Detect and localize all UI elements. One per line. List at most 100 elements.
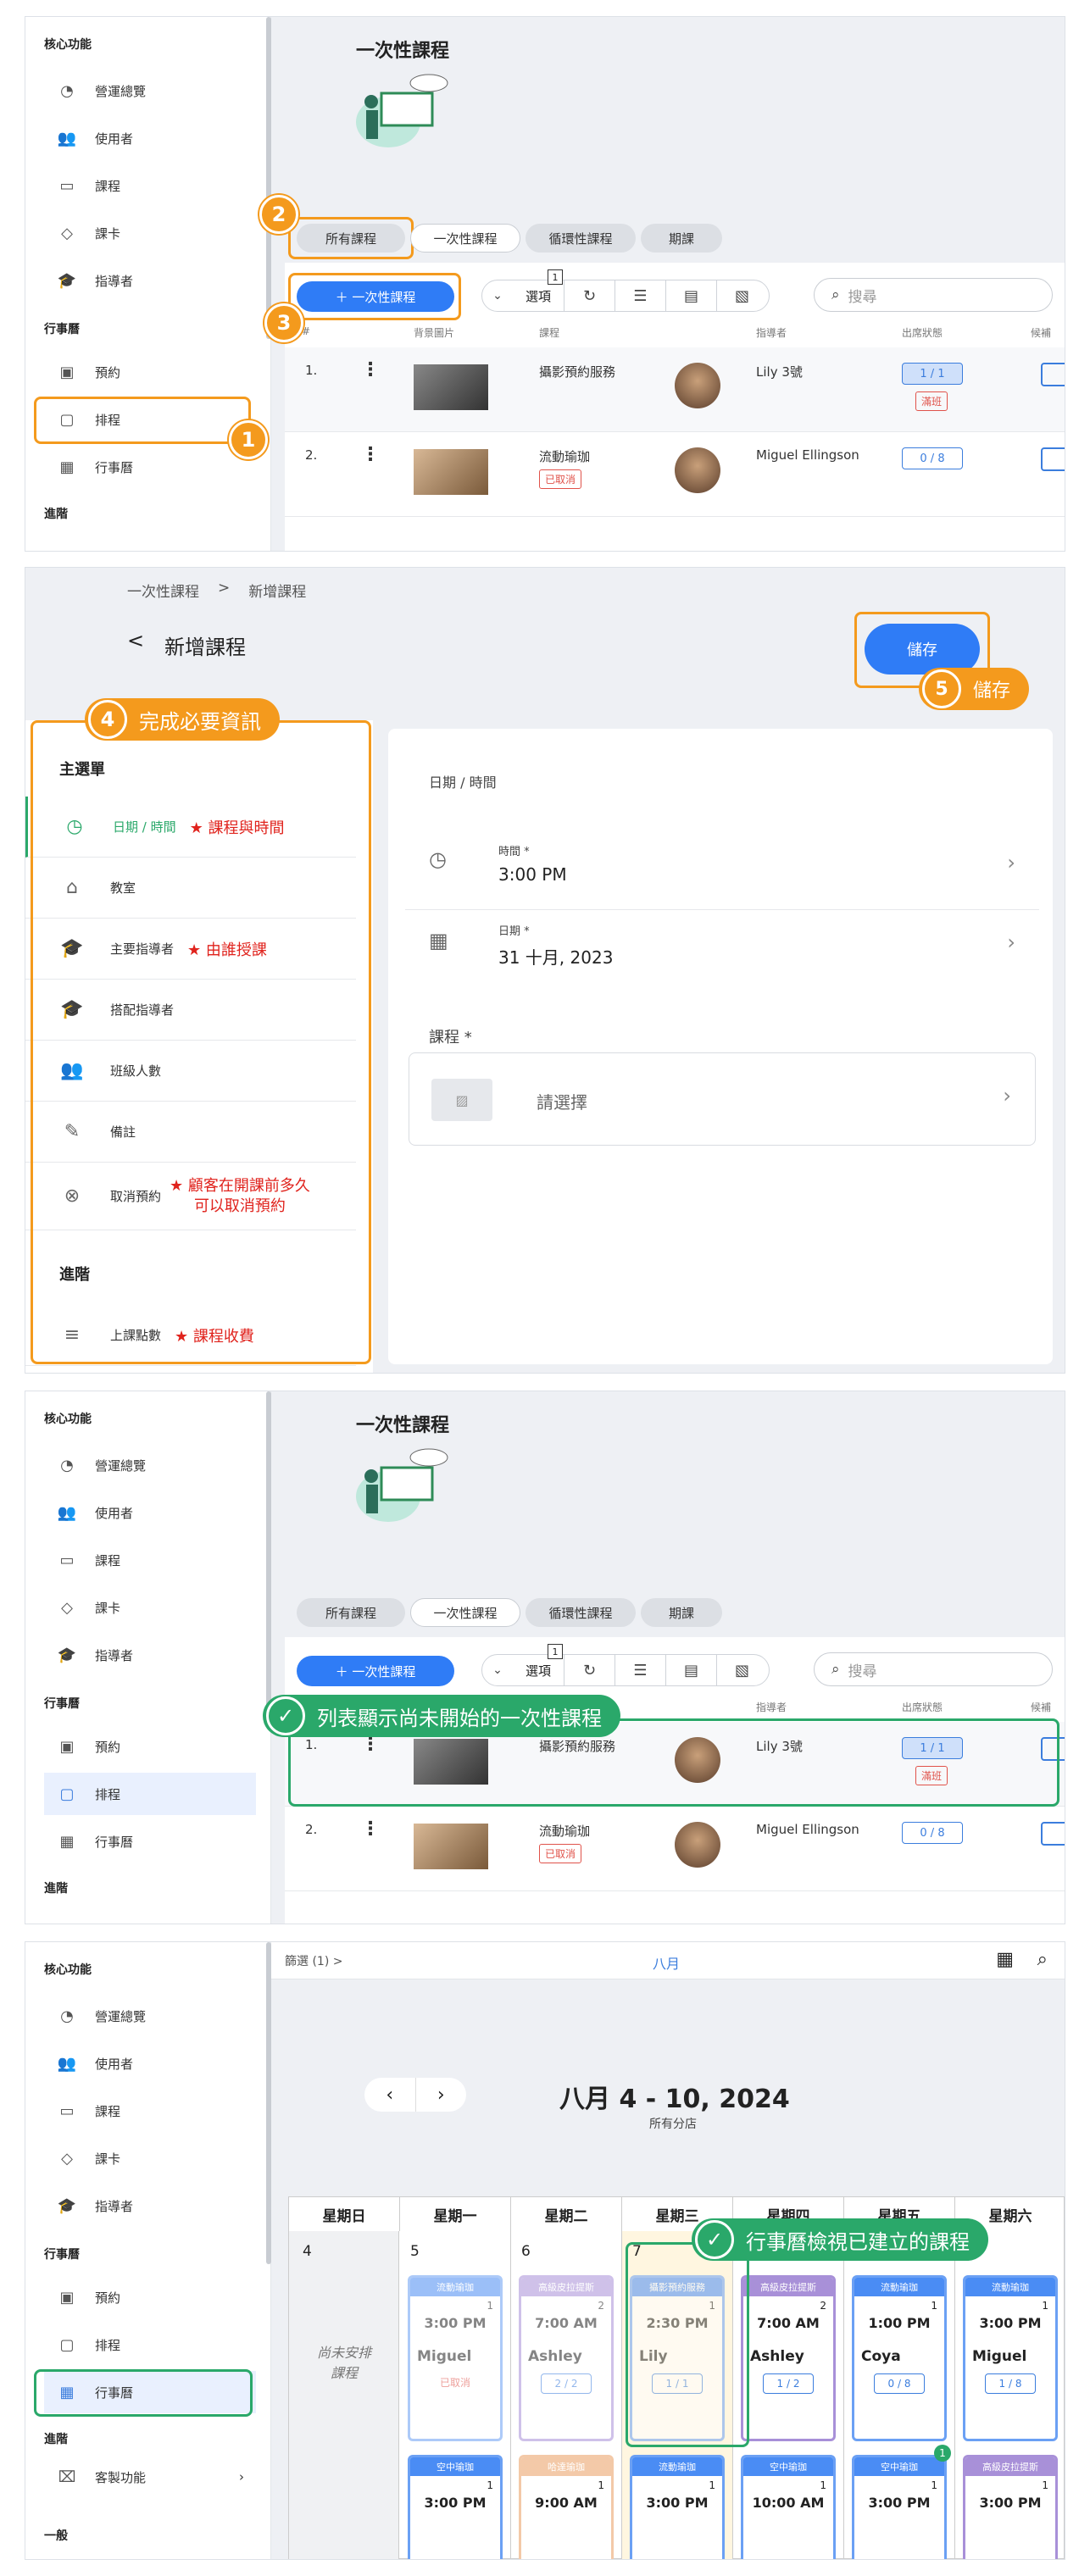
next-week-button[interactable]: › (416, 2078, 467, 2112)
sidebar-item-instructors[interactable]: 🎓 指導者 (44, 259, 256, 302)
excel-icon[interactable]: ▧ (716, 1655, 767, 1685)
col-instructor[interactable]: 指導者 (756, 1700, 787, 1714)
calendar-event[interactable]: 流動瑜珈 1 1:00 PM Coya 0 / 8 (852, 2275, 947, 2441)
kebab-menu-icon[interactable]: ⋮ (361, 444, 380, 465)
course-name[interactable]: 流動瑜珈 (539, 447, 590, 465)
waitlist-status[interactable] (1041, 1822, 1065, 1846)
sidebar-item-courses[interactable]: ▭ 課程 (44, 1539, 256, 1581)
course-select[interactable]: ▨ 請選擇 › (409, 1052, 1036, 1146)
refresh-icon[interactable]: ↻ (564, 1655, 615, 1685)
col-attendance[interactable]: 出席狀態 (902, 1700, 943, 1714)
search-input[interactable]: ⌕ 搜尋 (814, 1652, 1053, 1686)
table-row[interactable]: 2. ⋮ 流動瑜珈 已取消 Miguel Ellingson 0 / 8 (285, 432, 1065, 517)
calendar-event[interactable]: 高級皮拉提斯 2 7:00 AM Ashley 2 / 2 (519, 2275, 614, 2441)
calendar-event[interactable]: 哈達瑜珈 1 9:00 AM (519, 2455, 614, 2559)
attendance-status[interactable]: 0 / 8 (902, 447, 963, 469)
sidebar-item-booking[interactable]: ▣ 預約 (44, 1725, 256, 1768)
table-row[interactable]: 2. ⋮ 流動瑜珈 已取消 Miguel Ellingson 0 / 8 (285, 1807, 1065, 1891)
col-num[interactable]: # (302, 325, 310, 337)
sidebar-item-schedule[interactable]: ▢ 排程 (44, 2323, 256, 2366)
sidebar-item-calendar[interactable]: ▦ 行事曆 (44, 1820, 256, 1863)
instructor-name[interactable]: Miguel Ellingson (756, 447, 859, 463)
calendar-event[interactable]: 空中瑜珈 1 10:00 AM (741, 2455, 836, 2559)
sidebar-item-users[interactable]: 👥 使用者 (44, 1491, 256, 1534)
calendar-event[interactable]: 空中瑜珈 1 3:00 PM (408, 2455, 503, 2559)
instructor-name[interactable]: Lily 3號 (756, 363, 803, 380)
sidebar-scrollbar[interactable] (266, 1942, 271, 2264)
sidebar-item-booking[interactable]: ▣ 預約 (44, 2276, 256, 2318)
tab-all-courses[interactable]: 所有課程 (297, 1598, 405, 1627)
sidebar-section-advanced: 進階 (44, 1882, 68, 1896)
instructor-name[interactable]: Miguel Ellingson (756, 1822, 859, 1837)
sliders-icon[interactable]: ☰ (615, 1655, 665, 1685)
sliders-icon[interactable]: ☰ (615, 280, 665, 311)
sidebar-item-courses[interactable]: ▭ 課程 (44, 164, 256, 207)
tab-all-courses[interactable]: 所有課程 (297, 224, 405, 253)
tab-term[interactable]: 期課 (641, 224, 722, 253)
sidebar-item-overview[interactable]: ◔ 營運總覽 (44, 1444, 256, 1486)
tab-recurring[interactable]: 循環性課程 (526, 224, 636, 253)
sidebar-item-users[interactable]: 👥 使用者 (44, 2042, 256, 2085)
sidebar-item-cards[interactable]: ◇ 課卡 (44, 1586, 256, 1629)
calendar-icon[interactable]: ▦ (996, 1949, 1014, 1970)
sidebar-item-calendar[interactable]: ▦ 行事曆 (44, 446, 256, 488)
sidebar-item-courses[interactable]: ▭ 課程 (44, 2090, 256, 2132)
options-button[interactable]: 選項 (513, 1655, 564, 1685)
calendar-event[interactable]: 空中瑜珈 1 3:00 PM (852, 2455, 947, 2559)
excel-icon[interactable]: ▧ (716, 280, 767, 311)
filter-button[interactable]: 篩選 (1) > (285, 1952, 342, 1969)
attendance-status[interactable]: 0 / 8 (902, 1822, 963, 1844)
sidebar-item-overview[interactable]: ◔ 營運總覽 (44, 1995, 256, 2037)
waitlist-status[interactable] (1041, 363, 1065, 386)
time-field[interactable]: ◷ 時間 * 3:00 PM › (405, 830, 1039, 910)
tab-term[interactable]: 期課 (641, 1598, 722, 1627)
sidebar-item-instructors[interactable]: 🎓 指導者 (44, 1634, 256, 1676)
prev-week-button[interactable]: ‹ (364, 2078, 416, 2112)
calendar-event[interactable]: 流動瑜珈 1 3:00 PM Miguel 1 / 8 (963, 2275, 1058, 2441)
waitlist-status[interactable] (1041, 447, 1065, 471)
sidebar-scrollbar[interactable] (266, 17, 271, 339)
gauge-icon: ◔ (60, 1456, 74, 1474)
sidebar-item-schedule[interactable]: ▢ 排程 (44, 1773, 256, 1815)
sidebar-item-cards[interactable]: ◇ 課卡 (44, 212, 256, 254)
sidebar-item-booking[interactable]: ▣ 預約 (44, 351, 256, 393)
course-name[interactable]: 攝影預約服務 (539, 363, 615, 380)
calendar-event[interactable]: 流動瑜珈 1 3:00 PM Miguel 已取消 (408, 2275, 503, 2441)
table-row[interactable]: 1. ⋮ 攝影預約服務 Lily 3號 1 / 1 滿班 (285, 347, 1065, 432)
sidebar-item-cards[interactable]: ◇ 課卡 (44, 2137, 256, 2179)
sidebar-item-custom[interactable]: ⌧ 客製功能 › (44, 2456, 256, 2498)
col-instructor[interactable]: 指導者 (756, 325, 787, 340)
attendance-status[interactable]: 1 / 1 (902, 363, 963, 385)
chevron-down-icon[interactable]: ⌄ (482, 280, 513, 311)
back-button[interactable]: < (127, 629, 144, 652)
sidebar-item-users[interactable]: 👥 使用者 (44, 117, 256, 159)
date-field[interactable]: ▦ 日期 * 31 十月, 2023 › (405, 910, 1039, 990)
tab-one-time[interactable]: 一次性課程 (410, 224, 520, 253)
search-icon[interactable]: ⌕ (1037, 1949, 1048, 1970)
col-attendance[interactable]: 出席狀態 (902, 325, 943, 340)
pdf-icon[interactable]: ▤ (665, 1655, 716, 1685)
day-column: 9流動瑜珈11:00 PMCoya0 / 8空中瑜珈13:00 PM1 (844, 2231, 955, 2559)
kebab-menu-icon[interactable]: ⋮ (361, 359, 380, 380)
save-button[interactable]: 儲存 (865, 624, 980, 675)
search-input[interactable]: ⌕ 搜尋 (814, 278, 1053, 312)
refresh-icon[interactable]: ↻ (564, 280, 615, 311)
kebab-menu-icon[interactable]: ⋮ (361, 1818, 380, 1840)
tab-recurring[interactable]: 循環性課程 (526, 1598, 636, 1627)
chevron-down-icon[interactable]: ⌄ (482, 1655, 513, 1685)
pdf-icon[interactable]: ▤ (665, 280, 716, 311)
add-one-time-course-button[interactable]: ＋ 一次性課程 (297, 1656, 454, 1686)
month-selector[interactable]: 八月 (653, 1952, 680, 1973)
course-name[interactable]: 流動瑜珈 (539, 1822, 590, 1840)
calendar-event[interactable]: 高級皮拉提斯 1 3:00 PM (963, 2455, 1058, 2559)
col-course[interactable]: 課程 (539, 325, 559, 340)
options-button[interactable]: 選項 (513, 280, 564, 311)
sidebar-scrollbar[interactable] (266, 1391, 271, 1713)
calendar-event[interactable]: 高級皮拉提斯 2 7:00 AM Ashley 1 / 2 (741, 2275, 836, 2441)
sidebar-item-instructors[interactable]: 🎓 指導者 (44, 2185, 256, 2227)
sidebar-item-overview[interactable]: ◔ 營運總覽 (44, 69, 256, 112)
sidebar-item-label: 課卡 (95, 1600, 121, 1616)
tab-one-time[interactable]: 一次性課程 (410, 1598, 520, 1627)
breadcrumb-item[interactable]: 一次性課程 (127, 580, 199, 601)
calendar-event[interactable]: 流動瑜珈 1 3:00 PM (630, 2455, 725, 2559)
